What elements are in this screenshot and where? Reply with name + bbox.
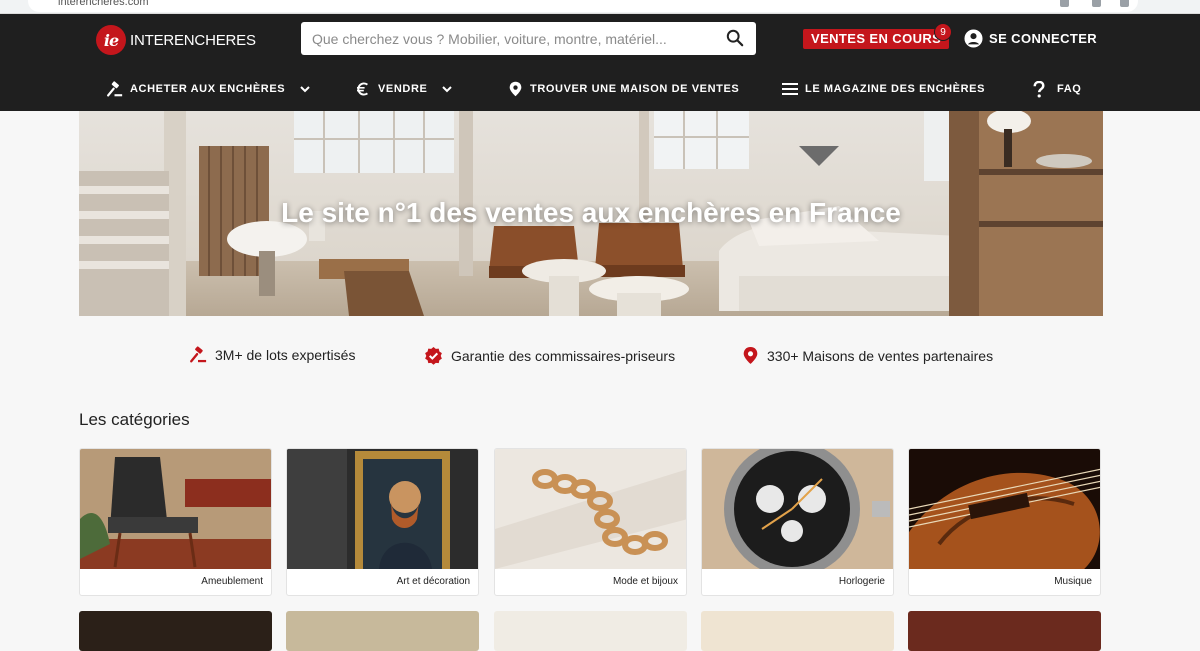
category-card-ameublement[interactable]: Ameublement [79,448,272,596]
extension-icon[interactable] [1092,0,1101,7]
category-image [495,449,686,569]
user-icon [964,29,983,48]
search-icon[interactable] [726,29,744,47]
top-navigation: ie INTERENCHERES VENTES EN COURS 9 SE CO… [0,14,1200,111]
ventes-en-cours-button[interactable]: VENTES EN COURS [803,29,950,49]
hamburger-icon [782,83,798,95]
category-label: Horlogerie [838,576,885,587]
category-label: Ameublement [201,576,263,587]
browser-url[interactable]: interencheres.com [58,0,149,8]
search-bar [301,22,756,55]
menu-label: FAQ [1057,83,1082,95]
certified-check-icon [425,346,442,365]
menu-item-magazine[interactable]: LE MAGAZINE DES ENCHÈRES [782,80,985,98]
category-label: Mode et bijoux [612,576,678,587]
category-label: Art et décoration [396,576,470,587]
category-image [80,449,271,569]
category-card-partial[interactable] [908,611,1101,651]
browser-address-bar: interencheres.com [0,0,1200,14]
gavel-icon [107,80,123,97]
login-label: SE CONNECTER [989,31,1098,46]
hero-banner: Le site n°1 des ventes aux enchères en F… [79,111,1103,316]
bookmark-star-icon[interactable] [1120,0,1129,7]
category-card-partial[interactable] [286,611,479,651]
menu-label: TROUVER UNE MAISON DE VENTES [530,83,740,95]
category-card-partial[interactable] [701,611,894,651]
feature-label: 3M+ de lots expertisés [215,347,356,363]
category-image [287,449,478,569]
menu-item-faq[interactable]: FAQ [1032,80,1081,98]
location-pin-icon [743,347,758,364]
feature-label: Garantie des commissaires-priseurs [451,347,676,364]
site-logo[interactable]: ie INTERENCHERES [96,25,256,55]
features-bar: 3M+ de lots expertisés Garantie des comm… [0,346,1200,368]
category-card-mode[interactable]: Mode et bijoux [494,448,687,596]
euro-icon [357,82,368,96]
location-pin-icon [509,81,522,97]
menu-label: VENDRE [378,83,428,95]
feature-label: 330+ Maisons de ventes partenaires [767,347,994,364]
menu-label: ACHETER AUX ENCHÈRES [130,83,286,95]
category-card-art[interactable]: Art et décoration [286,448,479,596]
feature-garantie: Garantie des commissaires-priseurs [424,346,675,365]
category-image [702,449,893,569]
search-input[interactable] [301,22,711,55]
logo-mark: ie [96,25,126,55]
category-card-partial[interactable] [79,611,272,651]
menu-item-acheter[interactable]: ACHETER AUX ENCHÈRES [106,80,312,98]
category-image [909,449,1100,569]
gavel-icon [190,346,207,363]
url-pill[interactable] [28,0,1138,12]
login-button[interactable]: SE CONNECTER [964,29,1097,48]
chevron-down-icon [442,86,453,93]
hero-title: Le site n°1 des ventes aux enchères en F… [281,197,901,228]
chevron-down-icon [300,86,310,93]
ventes-count-badge: 9 [934,23,952,41]
category-card-musique[interactable]: Musique [908,448,1101,596]
category-card-horlogerie[interactable]: Horlogerie [701,448,894,596]
extension-icon[interactable] [1060,0,1069,7]
question-icon [1033,80,1045,98]
logo-text: INTERENCHERES [130,31,256,49]
category-card-partial[interactable] [494,611,687,651]
feature-maisons: 330+ Maisons de ventes partenaires [742,346,993,365]
categories-title: Les catégories [79,410,190,429]
main-menu: ACHETER AUX ENCHÈRES VENDRE TROUVER UNE … [0,80,1200,102]
category-label: Musique [1054,576,1092,587]
menu-item-vendre[interactable]: VENDRE [355,80,454,98]
menu-label: LE MAGAZINE DES ENCHÈRES [805,83,986,95]
menu-item-trouver-maison[interactable]: TROUVER UNE MAISON DE VENTES [508,80,739,98]
feature-lots: 3M+ de lots expertisés [189,346,355,364]
